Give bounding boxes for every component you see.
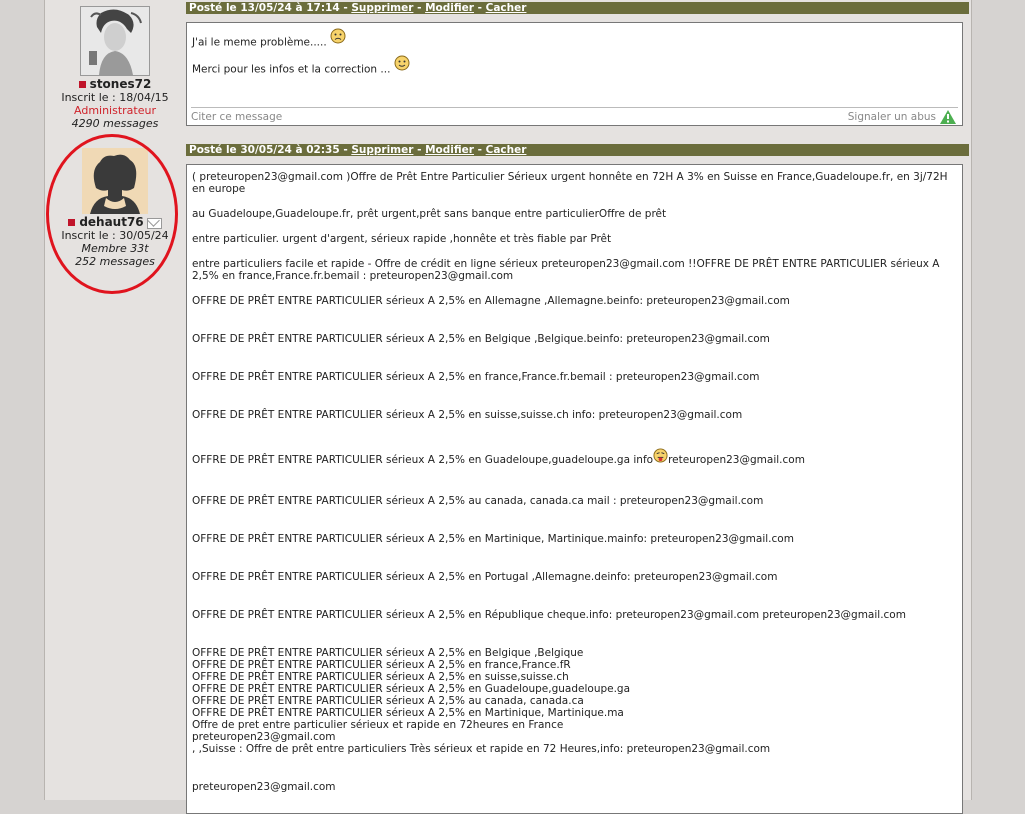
sad-smiley-icon [330,28,346,52]
username[interactable]: stones72 [90,77,152,91]
post-header: Posté le 13/05/24 à 17:14 - Supprimer - … [186,2,969,14]
smiley-icon [394,55,410,79]
post-footer: Citer ce message Signaler un abus [191,107,958,126]
offer-line: OFFRE DE PRÊT ENTRE PARTICULIER sérieux … [192,647,584,659]
delete-link[interactable]: Supprimer [351,2,413,14]
offline-status-icon [78,80,86,88]
offer-text: OFFRE DE PRÊT ENTRE PARTICULIER sérieux … [192,454,654,466]
author-panel-stones72: stones72 Inscrit le : 18/04/15 Administr… [45,6,185,130]
offer-line: OFFRE DE PRÊT ENTRE PARTICULIER sérieux … [192,448,957,469]
join-date: Inscrit le : 18/04/15 [61,91,169,104]
offer-line: OFFRE DE PRÊT ENTRE PARTICULIER sérieux … [192,695,584,707]
edit-link[interactable]: Modifier [425,144,474,156]
post-body: ( preteuropen23@gmail.com )Offre de Prêt… [186,164,963,814]
message-count: 4290 messages [71,117,159,130]
tongue-smiley-icon [653,448,668,469]
post-date: Posté le 30/05/24 à 02:35 [189,144,340,156]
offer-line: Offre de pret entre particulier sérieux … [192,719,564,731]
offer-text: reteuropen23@gmail.com [668,454,805,466]
post-body: J'ai le meme problème..... Merci pour le… [186,22,963,126]
warning-icon[interactable] [940,110,956,124]
quote-link[interactable]: Citer ce message [191,108,282,126]
offer-line: OFFRE DE PRÊT ENTRE PARTICULIER sérieux … [192,533,794,545]
post-text: J'ai le meme problème..... [192,36,327,49]
hide-link[interactable]: Cacher [486,144,527,156]
post-paragraph: entre particulier. urgent d'argent, séri… [192,233,612,245]
post-paragraph: entre particuliers facile et rapide - Of… [192,258,940,282]
post-text: Merci pour les infos et la correction ..… [192,63,391,76]
offer-line: OFFRE DE PRÊT ENTRE PARTICULIER sérieux … [192,495,764,507]
post-paragraph: au Guadeloupe,Guadeloupe.fr, prêt urgent… [192,208,667,220]
offer-line: OFFRE DE PRÊT ENTRE PARTICULIER sérieux … [192,683,631,695]
offer-line: OFFRE DE PRÊT ENTRE PARTICULIER sérieux … [192,707,624,719]
offer-line: preteuropen23@gmail.com [192,731,336,743]
offer-line: OFFRE DE PRÊT ENTRE PARTICULIER sérieux … [192,571,778,583]
offer-line: OFFRE DE PRÊT ENTRE PARTICULIER sérieux … [192,659,571,671]
offer-line: OFFRE DE PRÊT ENTRE PARTICULIER sérieux … [192,671,569,683]
report-abuse-link[interactable]: Signaler un abus [848,108,936,126]
hide-link[interactable]: Cacher [486,2,527,14]
post-date: Posté le 13/05/24 à 17:14 [189,2,340,14]
offer-line: , ,Suisse : Offre de prêt entre particul… [192,743,771,755]
post-paragraph: ( preteuropen23@gmail.com )Offre de Prêt… [192,171,948,195]
offer-line: OFFRE DE PRÊT ENTRE PARTICULIER sérieux … [192,371,760,383]
offer-line: OFFRE DE PRÊT ENTRE PARTICULIER sérieux … [192,409,743,421]
post-header: Posté le 30/05/24 à 02:35 - Supprimer - … [186,144,969,156]
red-circle-annotation [46,134,178,294]
offer-line: preteuropen23@gmail.com [192,781,336,793]
edit-link[interactable]: Modifier [425,2,474,14]
user-role: Administrateur [74,104,156,117]
offer-line: OFFRE DE PRÊT ENTRE PARTICULIER sérieux … [192,333,770,345]
offer-line: OFFRE DE PRÊT ENTRE PARTICULIER sérieux … [192,295,790,307]
offer-line: OFFRE DE PRÊT ENTRE PARTICULIER sérieux … [192,609,906,621]
avatar[interactable] [80,6,150,76]
delete-link[interactable]: Supprimer [351,144,413,156]
